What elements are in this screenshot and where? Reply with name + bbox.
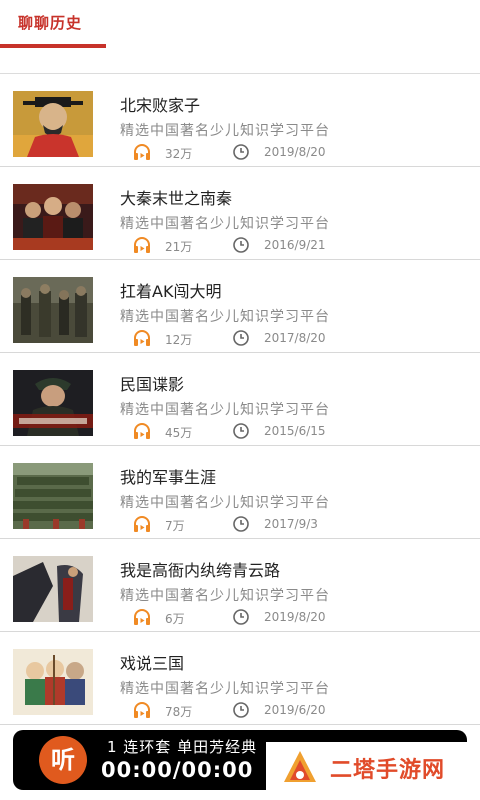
item-description: 精选中国著名少儿知识学习平台 xyxy=(120,216,330,232)
clock-icon xyxy=(233,144,249,160)
list-item[interactable]: 我的军事生涯 精选中国著名少儿知识学习平台 7万 2017/9/3 xyxy=(0,446,480,539)
site-logo-icon xyxy=(284,751,316,782)
list-item[interactable]: 北宋败家子 精选中国著名少儿知识学习平台 32万 2019/8/20 xyxy=(0,74,480,167)
tab-label: 聊聊历史 xyxy=(18,14,83,32)
item-date: 2019/8/20 xyxy=(264,610,326,624)
list-item[interactable]: 大秦末世之南秦 精选中国著名少儿知识学习平台 21万 2016/9/21 xyxy=(0,167,480,260)
headphones-icon xyxy=(134,423,150,439)
spy-drama-poster-thumbnail xyxy=(13,370,93,436)
app-logo-icon: 听 xyxy=(39,736,87,784)
headphones-icon xyxy=(134,330,150,346)
clock-icon xyxy=(233,423,249,439)
clock-icon xyxy=(233,237,249,253)
playback-time: 00:00/00:00 xyxy=(101,758,254,782)
clock-icon xyxy=(233,516,249,532)
army-parade-thumbnail xyxy=(13,463,93,529)
clock-icon xyxy=(233,609,249,625)
play-count: 12万 xyxy=(165,333,193,347)
play-count: 78万 xyxy=(165,705,193,719)
item-description: 精选中国著名少儿知识学习平台 xyxy=(120,681,330,697)
play-count: 45万 xyxy=(165,426,193,440)
novel-cover-thumbnail xyxy=(13,556,93,622)
active-tab-indicator xyxy=(0,44,106,48)
item-title: 戏说三国 xyxy=(120,654,185,673)
item-description: 精选中国著名少儿知识学习平台 xyxy=(120,309,330,325)
list-item[interactable]: 我是高衙内纨绔青云路 精选中国著名少儿知识学习平台 6万 2019/8/20 xyxy=(0,539,480,632)
item-date: 2015/6/15 xyxy=(264,424,326,438)
tab-bar: 聊聊历史 xyxy=(0,0,480,51)
play-count: 32万 xyxy=(165,147,193,161)
list-item[interactable]: 扛着AK闯大明 精选中国著名少儿知识学习平台 12万 2017/8/20 xyxy=(0,260,480,353)
list-item[interactable]: 民国谍影 精选中国著名少儿知识学习平台 45万 2015/6/15 xyxy=(0,353,480,446)
soldiers-scene-thumbnail xyxy=(13,277,93,343)
header-spacer xyxy=(0,50,480,74)
item-description: 精选中国著名少儿知识学习平台 xyxy=(120,495,330,511)
item-description: 精选中国著名少儿知识学习平台 xyxy=(120,402,330,418)
headphones-icon xyxy=(134,702,150,718)
clock-icon xyxy=(233,330,249,346)
item-description: 精选中国著名少儿知识学习平台 xyxy=(120,588,330,604)
item-date: 2016/9/21 xyxy=(264,238,326,252)
watermark-text: 二塔手游网 xyxy=(330,758,446,783)
play-count: 21万 xyxy=(165,240,193,254)
item-title: 北宋败家子 xyxy=(120,96,201,115)
item-description: 精选中国著名少儿知识学习平台 xyxy=(120,123,330,139)
item-date: 2017/9/3 xyxy=(264,517,318,531)
clock-icon xyxy=(233,702,249,718)
play-count: 7万 xyxy=(165,519,185,533)
headphones-icon xyxy=(134,516,150,532)
item-date: 2019/6/20 xyxy=(264,703,326,717)
headphones-icon xyxy=(134,144,150,160)
item-title: 我的军事生涯 xyxy=(120,468,217,487)
item-title: 大秦末世之南秦 xyxy=(120,189,233,208)
item-date: 2019/8/20 xyxy=(264,145,326,159)
play-count: 6万 xyxy=(165,612,185,626)
item-title: 我是高衙内纨绔青云路 xyxy=(120,561,281,580)
headphones-icon xyxy=(134,609,150,625)
drama-poster-thumbnail xyxy=(13,184,93,250)
headphones-icon xyxy=(134,237,150,253)
item-title: 民国谍影 xyxy=(120,375,185,394)
item-date: 2017/8/20 xyxy=(264,331,326,345)
history-list: 北宋败家子 精选中国著名少儿知识学习平台 32万 2019/8/20 大秦末世之… xyxy=(0,74,480,725)
now-playing-title: 1 连环套 单田芳经典 xyxy=(107,738,258,756)
cartoon-warriors-thumbnail xyxy=(13,649,93,715)
watermark: 二塔手游网 xyxy=(266,742,480,800)
item-title: 扛着AK闯大明 xyxy=(120,282,222,301)
tab-history[interactable]: 聊聊历史 xyxy=(0,0,106,50)
list-item[interactable]: 戏说三国 精选中国著名少儿知识学习平台 78万 2019/6/20 xyxy=(0,632,480,725)
emperor-portrait-thumbnail xyxy=(13,91,93,157)
